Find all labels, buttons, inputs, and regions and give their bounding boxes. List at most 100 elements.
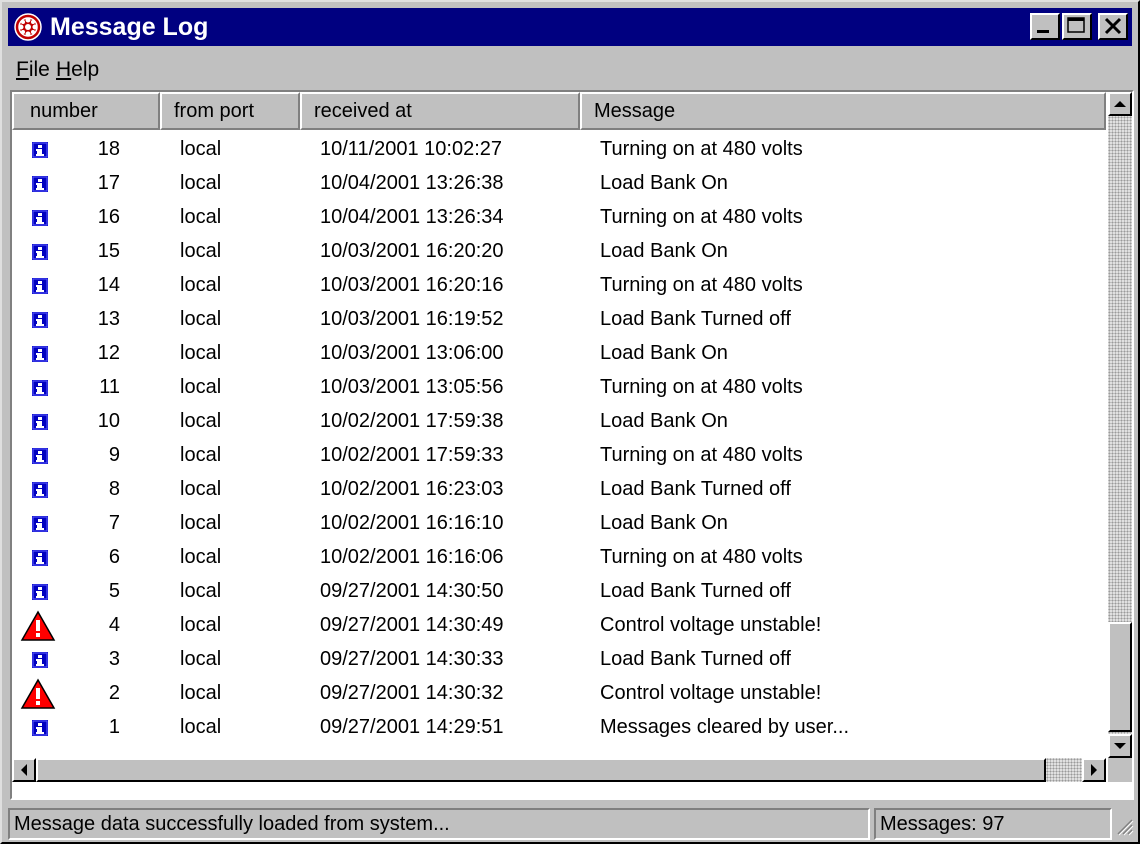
arrow-down-icon: [1114, 743, 1126, 749]
list-item[interactable]: 6 local 10/02/2001 16:16:06 Turning on at 4…: [12, 540, 1106, 574]
resize-grip-icon[interactable]: [1114, 816, 1134, 838]
list-item[interactable]: 14 local 10/03/2001 16:20:16 Turning on at …: [12, 268, 1106, 302]
list-item[interactable]: 11 local 10/03/2001 13:05:56 Turning on at …: [12, 370, 1106, 404]
message-port: local: [180, 716, 222, 738]
menu-help[interactable]: Help: [56, 56, 99, 84]
column-header-from-port[interactable]: from port: [160, 92, 300, 130]
message-port: local: [180, 546, 222, 568]
message-text: Control voltage unstable!: [600, 682, 822, 704]
info-icon: [20, 134, 56, 166]
scroll-up-button[interactable]: [1108, 92, 1132, 116]
message-received-at: 09/27/2001 14:30:33: [320, 648, 504, 670]
message-number: 9: [108, 444, 120, 466]
scroll-right-button[interactable]: [1082, 758, 1106, 782]
message-number: 15: [97, 240, 120, 262]
menu-file[interactable]: File: [16, 56, 50, 84]
message-text: Turning on at 480 volts: [600, 206, 803, 228]
info-icon: [20, 712, 56, 744]
list-item[interactable]: 13 local 10/03/2001 16:19:52 Load Bank Turn…: [12, 302, 1106, 336]
arrow-left-icon: [21, 764, 27, 776]
message-port: local: [180, 342, 222, 364]
message-received-at: 10/03/2001 16:20:20: [320, 240, 504, 262]
message-port: local: [180, 410, 222, 432]
list-item[interactable]: 5 local 09/27/2001 14:30:50 Load Bank Turne…: [12, 574, 1106, 608]
info-icon: [20, 406, 56, 438]
vertical-scroll-thumb[interactable]: [1108, 622, 1132, 732]
message-port: local: [180, 308, 222, 330]
close-button[interactable]: [1098, 13, 1128, 40]
app-icon[interactable]: [14, 13, 42, 41]
message-text: Messages cleared by user...: [600, 716, 850, 738]
info-icon: [20, 202, 56, 234]
message-port: local: [180, 580, 222, 602]
list-item[interactable]: 9 local 10/02/2001 17:59:33 Turning on at 4…: [12, 438, 1106, 472]
vertical-scrollbar[interactable]: [1108, 92, 1132, 758]
message-port: local: [180, 172, 222, 194]
info-icon: [20, 338, 56, 370]
message-received-at: 10/04/2001 13:26:34: [320, 206, 504, 228]
list-item[interactable]: 10 local 10/02/2001 17:59:38 Load Bank On: [12, 404, 1106, 438]
message-list[interactable]: number from port received at Message 18 l…: [10, 90, 1134, 800]
list-item[interactable]: 4 local 09/27/2001 14:30:49 Control voltage…: [12, 608, 1106, 642]
info-icon: [20, 542, 56, 574]
maximize-button[interactable]: [1062, 13, 1092, 40]
warning-icon: [20, 678, 56, 710]
message-port: local: [180, 240, 222, 262]
message-received-at: 10/03/2001 16:20:16: [320, 274, 504, 296]
horizontal-scroll-track[interactable]: [1046, 758, 1082, 782]
minimize-button[interactable]: [1030, 13, 1060, 40]
message-text: Load Bank On: [600, 172, 728, 194]
message-port: local: [180, 138, 222, 160]
column-header-number[interactable]: number: [12, 92, 160, 130]
info-icon: [20, 576, 56, 608]
maximize-icon: [1067, 17, 1085, 33]
message-text: Turning on at 480 volts: [600, 138, 803, 160]
message-text: Load Bank Turned off: [600, 308, 791, 330]
message-port: local: [180, 614, 222, 636]
status-bar: Message data successfully loaded from sy…: [8, 808, 1134, 840]
message-text: Load Bank On: [600, 410, 728, 432]
message-number: 10: [97, 410, 120, 432]
message-text: Load Bank On: [600, 240, 728, 262]
list-item[interactable]: 7 local 10/02/2001 16:16:10 Load Bank On: [12, 506, 1106, 540]
arrow-right-icon: [1091, 764, 1097, 776]
list-item[interactable]: 15 local 10/03/2001 16:20:20 Load Bank On: [12, 234, 1106, 268]
scroll-down-button[interactable]: [1108, 734, 1132, 758]
list-item[interactable]: 18 local 10/11/2001 10:02:27 Turning on at …: [12, 132, 1106, 166]
message-received-at: 09/27/2001 14:29:51: [320, 716, 504, 738]
list-item[interactable]: 2 local 09/27/2001 14:30:32 Control voltage…: [12, 676, 1106, 710]
list-item[interactable]: 12 local 10/03/2001 13:06:00 Load Bank On: [12, 336, 1106, 370]
list-item[interactable]: 17 local 10/04/2001 13:26:38 Load Bank On: [12, 166, 1106, 200]
message-number: 8: [108, 478, 120, 500]
message-received-at: 09/27/2001 14:30:32: [320, 682, 504, 704]
info-icon: [20, 440, 56, 472]
info-icon: [20, 236, 56, 268]
list-item[interactable]: 1 local 09/27/2001 14:29:51 Messages cleare…: [12, 710, 1106, 744]
list-header: number from port received at Message: [12, 92, 1106, 130]
list-item[interactable]: 8 local 10/02/2001 16:23:03 Load Bank Turne…: [12, 472, 1106, 506]
message-text: Turning on at 480 volts: [600, 444, 803, 466]
message-text: Load Bank Turned off: [600, 580, 791, 602]
horizontal-scroll-thumb[interactable]: [36, 758, 1046, 782]
message-number: 18: [97, 138, 120, 160]
message-number: 11: [99, 376, 120, 398]
column-header-received-at[interactable]: received at: [300, 92, 580, 130]
list-item[interactable]: 16 local 10/04/2001 13:26:34 Turning on at …: [12, 200, 1106, 234]
close-icon: [1104, 17, 1122, 35]
window-title: Message Log: [50, 13, 209, 41]
message-received-at: 10/03/2001 13:05:56: [320, 376, 504, 398]
message-received-at: 09/27/2001 14:30:49: [320, 614, 504, 636]
info-icon: [20, 644, 56, 676]
minimize-icon: [1037, 30, 1049, 33]
message-number: 13: [97, 308, 120, 330]
warning-icon: [20, 610, 56, 642]
message-received-at: 10/02/2001 17:59:38: [320, 410, 504, 432]
column-header-message[interactable]: Message: [580, 92, 1106, 130]
list-item[interactable]: 3 local 09/27/2001 14:30:33 Load Bank Turne…: [12, 642, 1106, 676]
message-port: local: [180, 206, 222, 228]
horizontal-scrollbar[interactable]: [12, 758, 1106, 782]
scroll-left-button[interactable]: [12, 758, 36, 782]
title-bar[interactable]: Message Log: [8, 8, 1132, 46]
scrollbar-corner: [1108, 758, 1132, 782]
arrow-up-icon: [1114, 101, 1126, 107]
